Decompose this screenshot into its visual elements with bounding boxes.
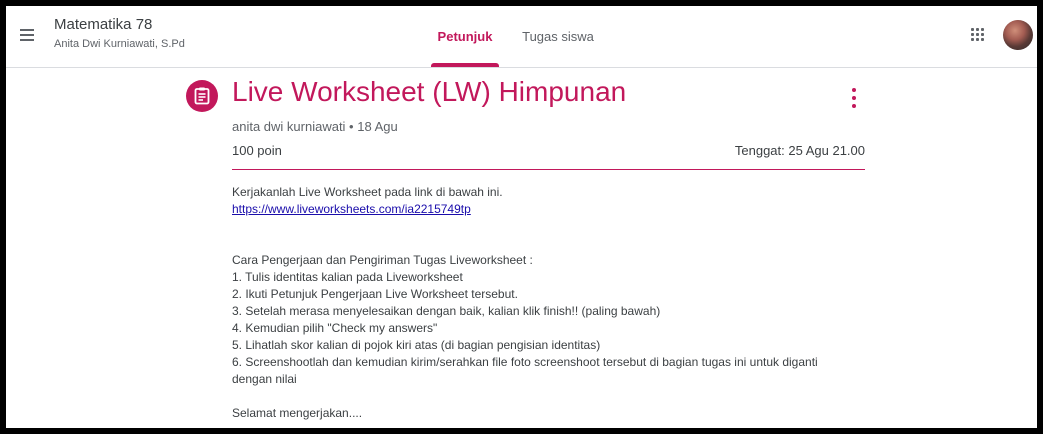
class-teacher: Anita Dwi Kurniawati, S.Pd [54,38,185,50]
assignment-icon [186,80,218,112]
assignment-meta: anita dwi kurniawati • 18 Agu [232,119,398,134]
assignment-instructions: Kerjakanlah Live Worksheet pada link di … [232,184,852,422]
step-1: 1. Tulis identitas kalian pada Liveworks… [232,270,463,284]
assignment-due-date: Tenggat: 25 Agu 21.00 [734,143,865,158]
header-divider [232,169,865,170]
classroom-window: Matematika 78 Anita Dwi Kurniawati, S.Pd… [6,6,1037,428]
class-title[interactable]: Matematika 78 [54,16,152,33]
step-6: 6. Screenshootlah dan kemudian kirim/ser… [232,355,818,386]
tab-tugas-siswa-label: Tugas siswa [522,29,594,44]
assignment-points: 100 poin [232,143,282,158]
tab-tugas-siswa[interactable]: Tugas siswa [518,6,598,67]
assignment-title: Live Worksheet (LW) Himpunan [232,76,627,107]
steps-heading: Cara Pengerjaan dan Pengiriman Tugas Liv… [232,253,533,267]
step-4: 4. Kemudian pilih "Check my answers" [232,321,438,335]
step-2: 2. Ikuti Petunjuk Pengerjaan Live Worksh… [232,287,518,301]
apps-grid-icon[interactable] [970,27,986,43]
tab-petunjuk-label: Petunjuk [437,29,493,44]
more-vert-icon[interactable] [844,86,864,110]
step-3: 3. Setelah merasa menyelesaikan dengan b… [232,304,661,318]
user-avatar[interactable] [1003,20,1033,50]
step-5: 5. Lihatlah skor kalian di pojok kiri at… [232,338,601,352]
worksheet-link[interactable]: https://www.liveworksheets.com/ia2215749… [232,202,471,216]
tab-petunjuk[interactable]: Petunjuk [431,6,499,67]
closing-text: Selamat mengerjakan.... [232,406,363,420]
top-app-bar: Matematika 78 Anita Dwi Kurniawati, S.Pd… [6,6,1037,68]
menu-icon[interactable] [18,24,40,46]
intro-text: Kerjakanlah Live Worksheet pada link di … [232,185,503,199]
active-tab-indicator [431,63,499,67]
